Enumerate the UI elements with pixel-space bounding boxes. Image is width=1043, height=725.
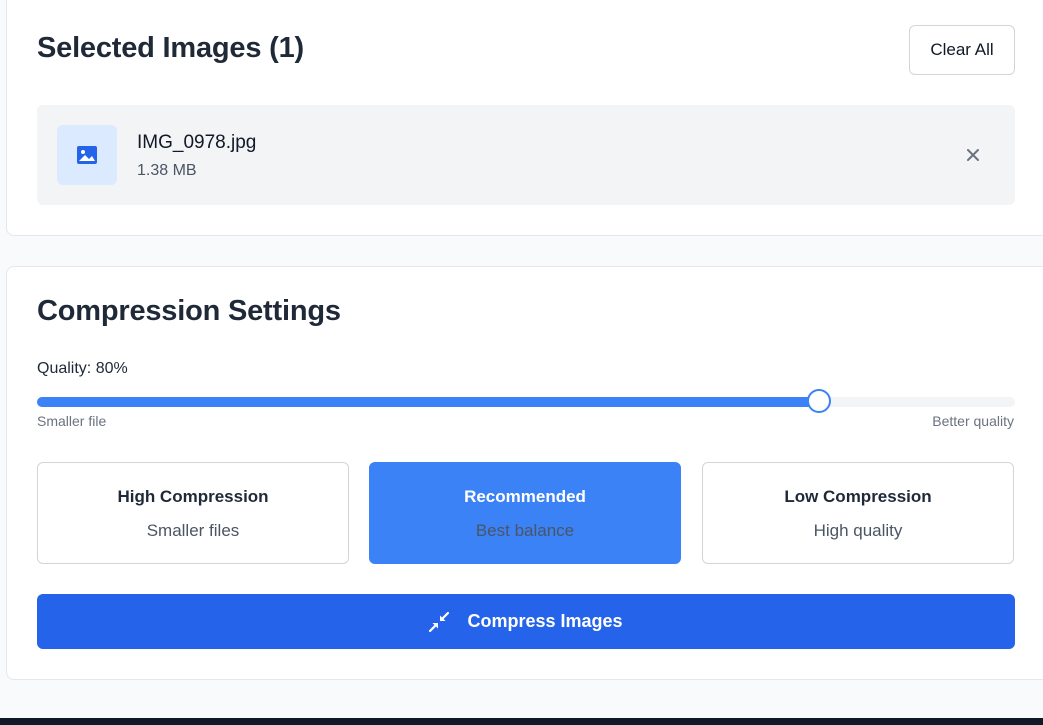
preset-subtitle: High quality	[813, 521, 903, 540]
file-name: IMG_0978.jpg	[137, 132, 257, 153]
selected-images-title: Selected Images (1)	[37, 32, 304, 64]
footer-bar	[0, 718, 1043, 725]
slider-min-label: Smaller file	[37, 413, 107, 429]
preset-title: High Compression	[117, 487, 269, 506]
compression-settings-title: Compression Settings	[37, 295, 341, 327]
preset-subtitle: Best balance	[475, 521, 575, 540]
preset-low-compression[interactable]: Low Compression High quality	[702, 462, 1014, 564]
preset-recommended[interactable]: Recommended Best balance	[369, 462, 681, 564]
preset-high-compression[interactable]: High Compression Smaller files	[37, 462, 349, 564]
compress-images-button[interactable]: Compress Images	[37, 594, 1015, 649]
image-icon	[57, 125, 117, 185]
preset-title: Low Compression	[784, 487, 932, 506]
clear-all-button[interactable]: Clear All	[909, 25, 1015, 75]
preset-title: Recommended	[464, 487, 586, 506]
preset-subtitle: Smaller files	[146, 521, 240, 540]
remove-file-button[interactable]	[961, 143, 985, 167]
quality-label: Quality: 80%	[37, 360, 128, 377]
quality-slider-fill	[37, 397, 820, 407]
file-size: 1.38 MB	[137, 162, 197, 179]
compress-button-label: Compress Images	[467, 611, 623, 631]
compress-arrows-icon	[429, 611, 450, 632]
close-icon	[967, 149, 979, 161]
file-list-item: IMG_0978.jpg 1.38 MB	[37, 105, 1015, 205]
slider-max-label: Better quality	[932, 413, 1014, 429]
quality-slider[interactable]	[37, 389, 1015, 413]
